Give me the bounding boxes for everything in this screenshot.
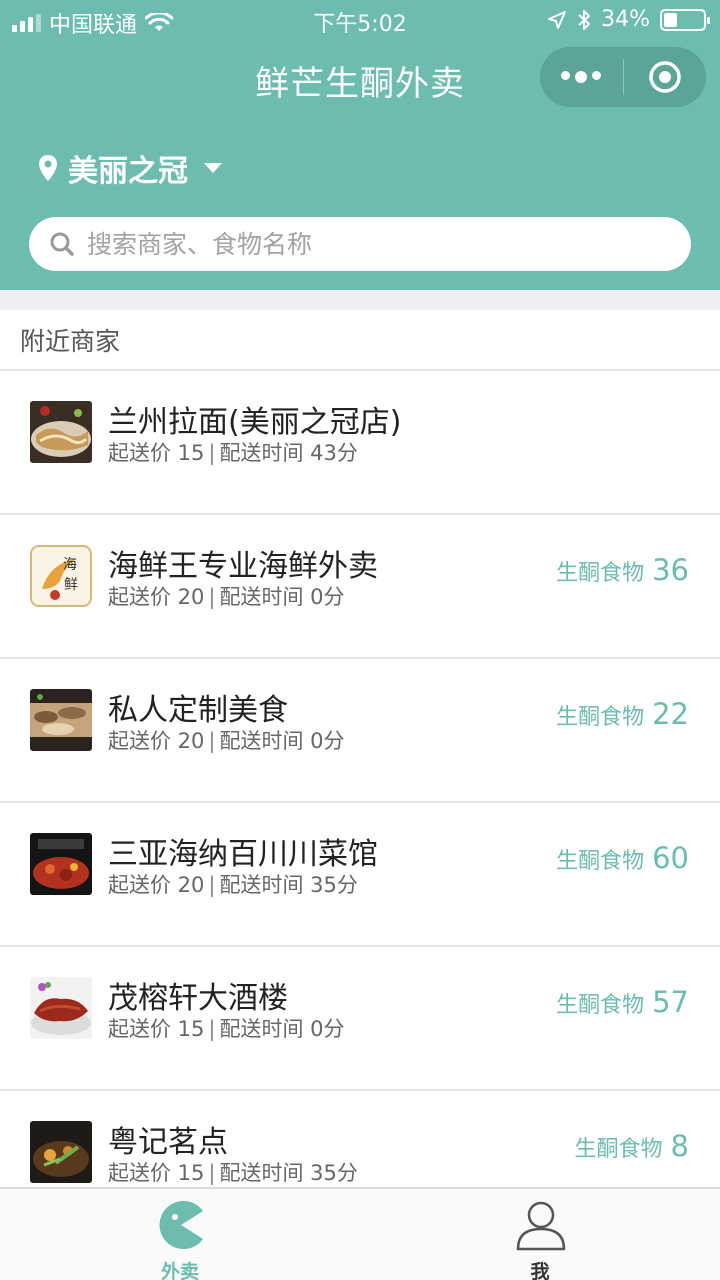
keto-label: 生酮食物: [556, 849, 645, 874]
user-icon: [516, 1201, 566, 1251]
store-meta: 起送价 20 | 配送时间 0分: [108, 729, 345, 753]
more-button[interactable]: [540, 47, 623, 107]
battery-icon: [660, 8, 710, 31]
keto-count: 36: [652, 553, 689, 587]
tab-me[interactable]: 我: [360, 1189, 720, 1280]
store-thumbnail: [30, 1121, 92, 1183]
min-order-label: 起送价 20: [108, 585, 205, 609]
location-selector[interactable]: 美丽之冠: [38, 146, 222, 190]
bluetooth-icon: [578, 9, 591, 30]
battery-percent: 34%: [601, 7, 650, 32]
keto-count: 8: [670, 1129, 689, 1163]
keto-count-badge: 生酮食物 57: [556, 985, 689, 1019]
store-name: 私人定制美食: [108, 693, 288, 728]
search-input[interactable]: [87, 229, 647, 259]
section-title: 附近商家: [20, 327, 121, 356]
store-name: 兰州拉面(美丽之冠店): [108, 405, 402, 440]
store-row[interactable]: 海 鲜 海鲜王专业海鲜外卖 起送价 20 | 配送时间 0分 生酮食物 36: [0, 515, 720, 659]
store-name: 粤记茗点: [108, 1125, 228, 1160]
chevron-down-icon: [204, 163, 222, 173]
header: 中国联通 下午5:02 34% 鲜芒生酮外卖 美丽之冠 搜索商家、食物名称: [0, 0, 720, 290]
store-list: 兰州拉面(美丽之冠店) 起送价 15 | 配送时间 43分 海 鲜 海鲜王专业海鲜外…: [0, 371, 720, 1235]
tab-label: 我: [530, 1261, 550, 1280]
keto-label: 生酮食物: [556, 561, 645, 586]
store-row[interactable]: 三亚海纳百川川菜馆 起送价 20 | 配送时间 35分 生酮食物 60: [0, 803, 720, 947]
min-order-label: 起送价 20: [108, 873, 205, 897]
store-name: 茂榕轩大酒楼: [108, 981, 288, 1016]
tab-bar: 外卖 我: [0, 1187, 720, 1280]
store-row[interactable]: 私人定制美食 起送价 20 | 配送时间 0分 生酮食物 22: [0, 659, 720, 803]
keto-count: 22: [652, 697, 689, 731]
close-miniprogram-button[interactable]: [624, 47, 707, 107]
more-dots-icon: [561, 71, 602, 83]
store-thumbnail: 海 鲜: [30, 545, 92, 607]
capsule-menu: [540, 47, 706, 107]
min-order-label: 起送价 20: [108, 729, 205, 753]
search-icon: [50, 232, 74, 256]
store-row[interactable]: 兰州拉面(美丽之冠店) 起送价 15 | 配送时间 43分: [0, 371, 720, 515]
delivery-time-label: 配送时间 35分: [219, 1161, 358, 1185]
keto-count-badge: 生酮食物 60: [556, 841, 689, 875]
store-name: 海鲜王专业海鲜外卖: [108, 549, 378, 584]
keto-count: 57: [652, 985, 689, 1019]
min-order-label: 起送价 15: [108, 1017, 205, 1041]
location-pin-icon: [39, 155, 57, 181]
tab-label: 外卖: [160, 1261, 199, 1280]
store-thumbnail: [30, 833, 92, 895]
store-meta: 起送价 15 | 配送时间 0分: [108, 1017, 345, 1041]
section-gap: [0, 290, 720, 310]
store-meta: 起送价 20 | 配送时间 35分: [108, 873, 358, 897]
tab-takeout[interactable]: 外卖: [0, 1189, 360, 1280]
location-arrow-icon: [548, 10, 567, 29]
svg-text:海: 海: [63, 557, 77, 573]
delivery-time-label: 配送时间 0分: [219, 729, 345, 753]
store-name: 三亚海纳百川川菜馆: [108, 837, 378, 872]
store-thumbnail: [30, 689, 92, 751]
delivery-time-label: 配送时间 35分: [219, 873, 358, 897]
store-row[interactable]: 茂榕轩大酒楼 起送价 15 | 配送时间 0分 生酮食物 57: [0, 947, 720, 1091]
store-meta: 起送价 15 | 配送时间 35分: [108, 1161, 358, 1185]
keto-count: 60: [652, 841, 689, 875]
search-bar[interactable]: [29, 217, 691, 271]
keto-label: 生酮食物: [574, 1137, 663, 1162]
min-order-label: 起送价 15: [108, 1161, 205, 1185]
delivery-time-label: 配送时间 0分: [219, 585, 345, 609]
keto-count-badge: 生酮食物 36: [556, 553, 689, 587]
keto-label: 生酮食物: [556, 705, 645, 730]
keto-count-badge: 生酮食物 22: [556, 697, 689, 731]
svg-text:鲜: 鲜: [64, 577, 78, 593]
target-circle-icon: [649, 61, 681, 93]
pacman-icon: [159, 1201, 203, 1249]
store-meta: 起送价 15 | 配送时间 43分: [108, 441, 358, 465]
keto-count-badge: 生酮食物 8: [575, 1129, 689, 1163]
location-name: 美丽之冠: [68, 154, 188, 189]
delivery-time-label: 配送时间 43分: [219, 441, 358, 465]
min-order-label: 起送价 15: [108, 441, 205, 465]
store-meta: 起送价 20 | 配送时间 0分: [108, 585, 345, 609]
keto-label: 生酮食物: [556, 993, 645, 1018]
delivery-time-label: 配送时间 0分: [219, 1017, 345, 1041]
status-bar: 中国联通 下午5:02 34%: [0, 0, 720, 40]
store-thumbnail: [30, 401, 92, 463]
store-thumbnail: [30, 977, 92, 1039]
